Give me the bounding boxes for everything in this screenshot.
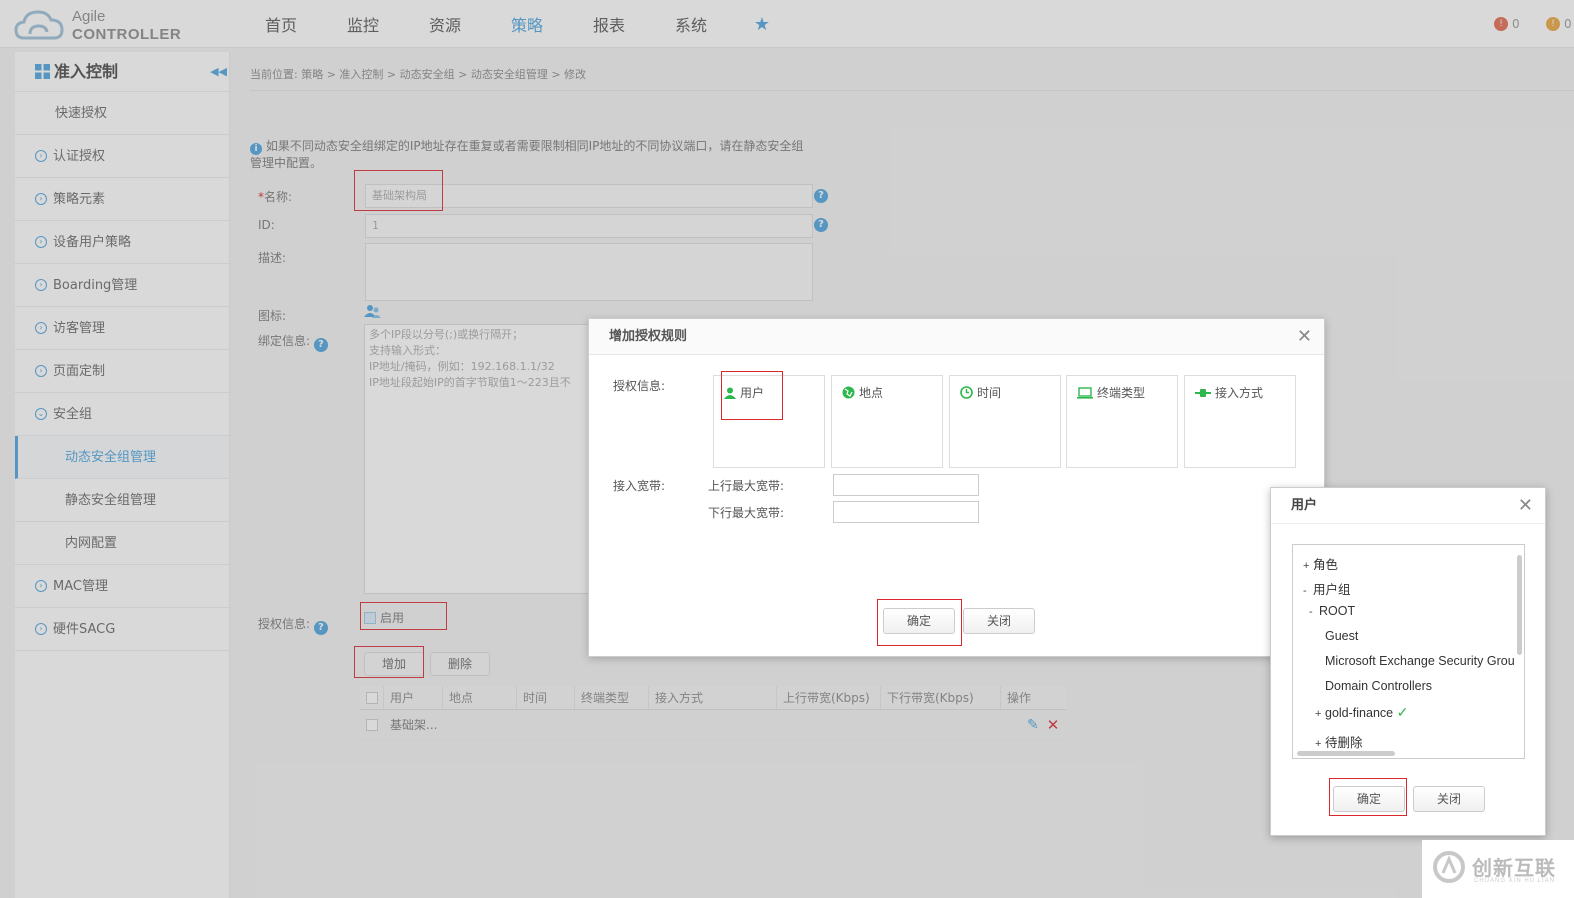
tree-node-exchange[interactable]: Microsoft Exchange Security Grou: [1325, 654, 1515, 668]
dialog-title: 用户: [1291, 498, 1318, 513]
globe-icon: [842, 386, 855, 399]
close-icon[interactable]: ✕: [1297, 319, 1312, 355]
bandwidth-label: 接入宽带:: [613, 479, 666, 493]
card-access-method[interactable]: 接入方式: [1184, 375, 1296, 468]
horizontal-scrollbar[interactable]: [1297, 751, 1395, 756]
expand-plus-icon[interactable]: +: [1315, 708, 1325, 720]
highlight-confirm: [1329, 778, 1407, 816]
highlight-confirm: [877, 599, 962, 646]
user-picker-dialog: 用户 ✕ + 角色 - 用户组 - ROOT Guest Microsoft Exch…: [1270, 487, 1546, 836]
auth-info-label: 授权信息:: [613, 379, 666, 393]
dialog-header: 增加授权规则 ✕: [589, 319, 1324, 355]
tree-node-gold-finance[interactable]: + gold-finance ✓: [1315, 704, 1408, 721]
expand-plus-icon[interactable]: +: [1315, 738, 1325, 750]
expand-plus-icon[interactable]: +: [1303, 560, 1313, 572]
checkmark-icon: ✓: [1396, 704, 1409, 720]
watermark-logo-icon: [1433, 851, 1465, 883]
card-time[interactable]: 时间: [949, 375, 1061, 468]
tree-node-role[interactable]: + 角色: [1303, 554, 1338, 573]
tree-node-domain-controllers[interactable]: Domain Controllers: [1325, 679, 1432, 693]
close-button[interactable]: 关闭: [963, 608, 1035, 634]
close-button[interactable]: 关闭: [1413, 786, 1485, 812]
user-tree: + 角色 - 用户组 - ROOT Guest Microsoft Exchange …: [1292, 544, 1525, 759]
plug-icon: [1195, 388, 1211, 397]
vertical-scrollbar[interactable]: [1517, 555, 1522, 655]
close-icon[interactable]: ✕: [1518, 488, 1533, 524]
tree-node-usergroup[interactable]: - 用户组: [1303, 579, 1351, 598]
dialog-title: 增加授权规则: [609, 329, 688, 344]
tree-node-root[interactable]: - ROOT: [1309, 604, 1355, 618]
watermark: 创新互联 CHUANG XIN HU LIAN: [1422, 840, 1574, 898]
collapse-minus-icon[interactable]: -: [1303, 585, 1313, 597]
tree-node-guest[interactable]: Guest: [1325, 629, 1358, 643]
card-terminal-type[interactable]: 终端类型: [1066, 375, 1178, 468]
collapse-minus-icon[interactable]: -: [1309, 606, 1319, 618]
card-location[interactable]: 地点: [831, 375, 943, 468]
dialog-header: 用户 ✕: [1271, 488, 1545, 524]
highlight-user-card: [721, 371, 783, 420]
clock-icon: [960, 386, 973, 399]
laptop-icon: [1077, 386, 1093, 399]
add-auth-rule-dialog: 增加授权规则 ✕ 授权信息: 用户 地点 时间 终端类型 接入方式 接入宽带: …: [588, 318, 1325, 657]
down-bandwidth-input[interactable]: [833, 501, 979, 523]
down-bandwidth-label: 下行最大宽带:: [708, 506, 785, 520]
watermark-text: 创新互联: [1472, 856, 1556, 880]
watermark-subtext: CHUANG XIN HU LIAN: [1474, 878, 1556, 884]
up-bandwidth-input[interactable]: [833, 474, 979, 496]
up-bandwidth-label: 上行最大宽带:: [708, 479, 785, 493]
tree-node-pending-delete[interactable]: + 待删除: [1315, 732, 1363, 751]
